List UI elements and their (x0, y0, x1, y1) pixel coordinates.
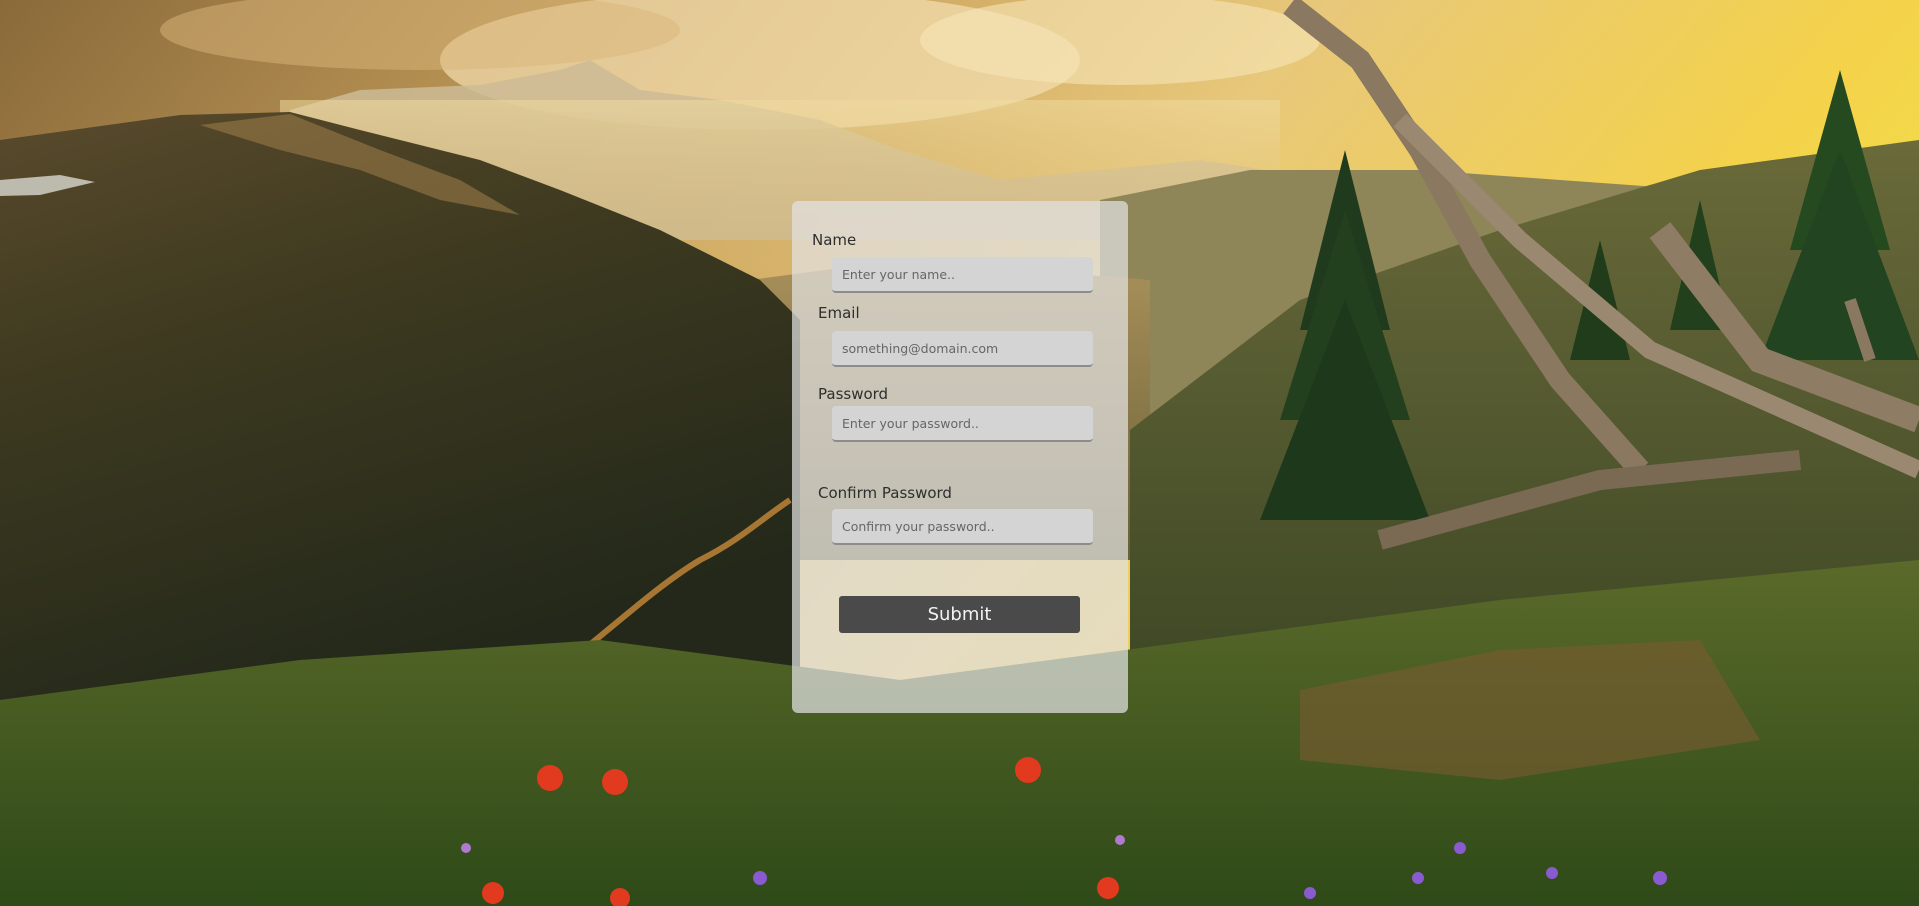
name-input[interactable] (832, 257, 1093, 293)
email-input[interactable] (832, 331, 1093, 367)
name-label: Name (812, 231, 857, 249)
confirm-password-label: Confirm Password (818, 484, 952, 502)
signup-form-card: Name Email Password Confirm Password Sub… (792, 201, 1128, 713)
email-label: Email (818, 304, 860, 322)
password-label: Password (818, 385, 889, 403)
password-input[interactable] (832, 406, 1093, 442)
confirm-password-input[interactable] (832, 509, 1093, 545)
submit-button[interactable]: Submit (839, 596, 1080, 633)
